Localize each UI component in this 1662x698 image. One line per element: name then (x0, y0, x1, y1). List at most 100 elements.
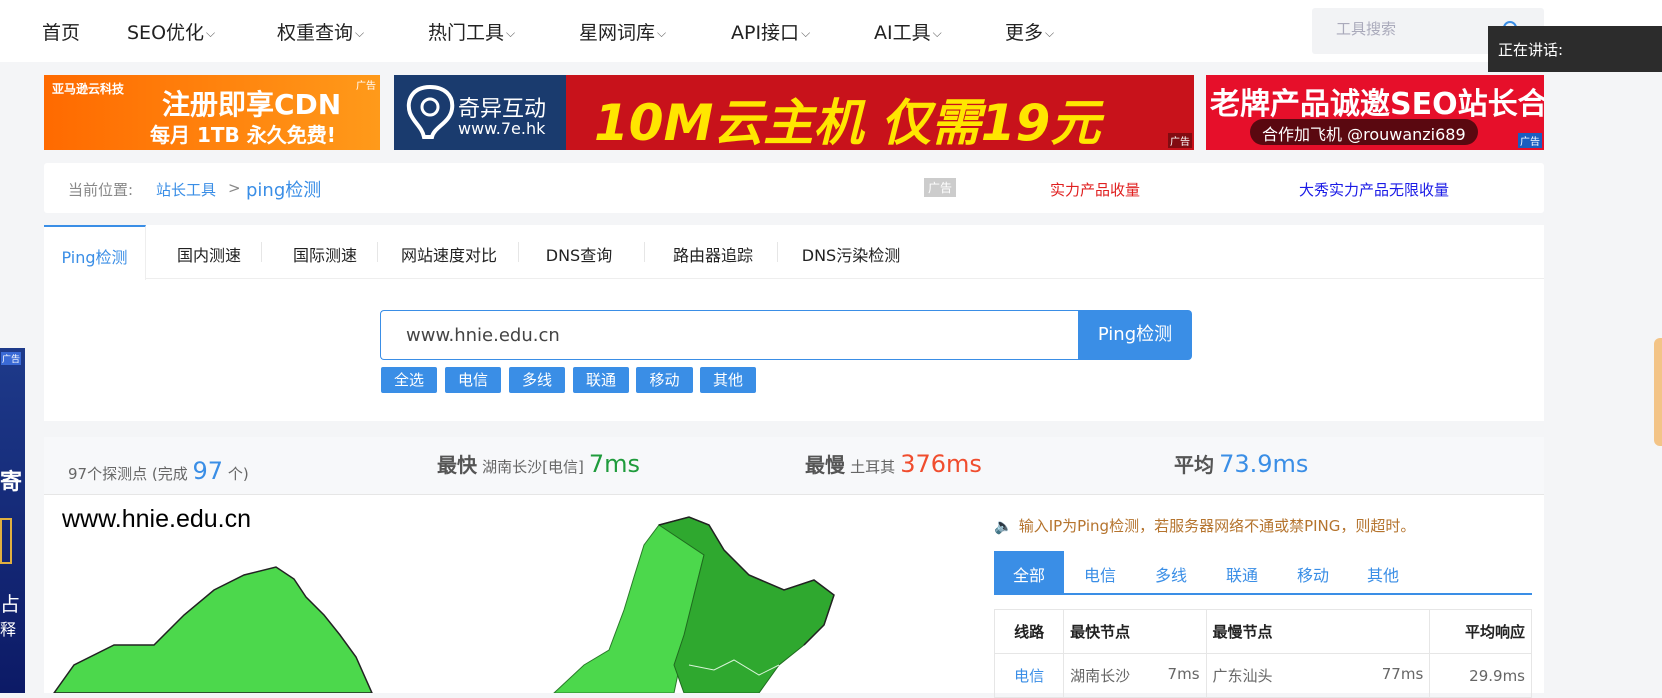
left-floating-ad[interactable]: 广告 寄 占 释 (0, 348, 25, 693)
search-input[interactable] (1336, 20, 1486, 38)
row-fastest-node: 湖南长沙 (1070, 667, 1131, 685)
banner-cdn-ad[interactable]: 亚马逊云科技 注册即享CDN 每月 1TB 永久免费! 广告 (44, 75, 380, 150)
fastest-location: 湖南长沙[电信] (482, 458, 584, 476)
result-tab-multiline[interactable]: 多线 (1136, 551, 1206, 593)
chevron-down-icon: ⌵ (932, 26, 942, 40)
banner-headline: 老牌产品诚邀SEO站长合作 (1210, 87, 1544, 122)
average-value: 73.9ms (1219, 450, 1309, 478)
breadcrumb-link-parent[interactable]: 站长工具 (156, 179, 216, 200)
result-tab-mobile[interactable]: 移动 (1278, 551, 1348, 593)
table-row: 电信 湖南长沙 7ms 广东汕头 77ms 29.9ms (993, 653, 1532, 698)
average-label: 平均 (1174, 453, 1214, 477)
result-tab-other[interactable]: 其他 (1348, 551, 1418, 593)
tab-dns-query[interactable]: DNS查询 (524, 225, 634, 279)
banner-subline: 合作加飞机 @rouwanzi689 (1250, 119, 1478, 145)
ping-button[interactable]: Ping检测 (1078, 310, 1192, 360)
tab-dns-pollution[interactable]: DNS污染检测 (786, 225, 916, 279)
chip-other[interactable]: 其他 (700, 367, 756, 393)
ad-glyph: 寄 (0, 470, 23, 495)
banner-brand: 亚马逊云科技 (52, 82, 125, 96)
ad-glyph: 释 (0, 620, 17, 639)
nav-item-hot-tools[interactable]: 热门工具 ⌵ (428, 18, 515, 45)
chevron-down-icon: ⌵ (657, 26, 667, 40)
tab-label: DNS查询 (545, 246, 613, 265)
row-line[interactable]: 电信 (993, 653, 1065, 698)
node-count: 97个探测点 (完成 97 个) (68, 457, 249, 485)
banner-logo-area: 奇异互动 www.7e.hk (394, 75, 566, 150)
tab-international-speed[interactable]: 国际测速 (270, 225, 380, 279)
banner-cloud-host-ad[interactable]: 奇异互动 www.7e.hk 10M云主机 仅需19元 广告 (394, 75, 1194, 150)
row-slowest-node: 广东汕头 (1212, 667, 1273, 685)
tab-ping[interactable]: Ping检测 (44, 225, 146, 280)
breadcrumb-prefix: 当前位置: (68, 181, 134, 199)
banner-seo-ad[interactable]: 老牌产品诚邀SEO站长合作 合作加飞机 @rouwanzi689 广告 (1206, 75, 1544, 150)
tab-speed-compare[interactable]: 网站速度对比 (386, 225, 512, 279)
ad-label: 广告 (1518, 133, 1542, 148)
tab-label: 国内测速 (176, 246, 241, 265)
ping-summary: 97个探测点 (完成 97 个) 最快 湖南长沙[电信] 7ms 最慢 土耳其 … (44, 437, 1544, 495)
top-navigation: 首页 SEO优化 ⌵ 权重查询 ⌵ 热门工具 ⌵ 星网词库 ⌵ API接口 ⌵ AI工具 ⌵… (0, 0, 1662, 62)
ad-glyph: 占 (0, 592, 20, 616)
breadcrumb: 当前位置: 站长工具 > ping检测 广告 实力产品收量 大秀实力产品无限收量 (44, 163, 1544, 213)
node-count-suffix: 个) (227, 465, 249, 483)
tab-label: 国际测速 (292, 246, 357, 265)
col-average: 平均响应 (1429, 609, 1532, 654)
tab-domestic-speed[interactable]: 国内测速 (154, 225, 264, 279)
ad-label: 广告 (356, 81, 376, 92)
banner-headline: 10M云主机 仅需19元 (594, 94, 1101, 150)
result-tab-all[interactable]: 全部 (994, 551, 1064, 593)
tab-traceroute[interactable]: 路由器追踪 (650, 225, 776, 279)
chip-telecom[interactable]: 电信 (445, 367, 501, 393)
ping-notice: 🔈 输入IP为Ping检测，若服务器网络不通或禁PING，则超时。 (994, 515, 1415, 536)
chevron-down-icon: ⌵ (1045, 26, 1055, 40)
chip-multiline[interactable]: 多线 (509, 367, 565, 393)
nav-item-seo[interactable]: SEO优化 ⌵ (127, 18, 215, 45)
banner-url: www.7e.hk (458, 119, 546, 138)
ad-link-2[interactable]: 大秀实力产品无限收量 (1299, 179, 1449, 200)
tab-label: Ping检测 (61, 248, 128, 267)
fastest-stat: 最快 湖南长沙[电信] 7ms (437, 449, 640, 478)
tab-divider (377, 242, 378, 262)
chip-mobile[interactable]: 移动 (636, 367, 693, 393)
nav-item-keywords[interactable]: 星网词库 ⌵ (579, 18, 666, 45)
tab-label: 网站速度对比 (400, 246, 497, 265)
table-header-row: 线路 最快节点 最慢节点 平均响应 (993, 609, 1532, 654)
fastest-value: 7ms (588, 450, 641, 478)
ad-decoration (0, 518, 12, 564)
slowest-stat: 最慢 土耳其 376ms (805, 449, 982, 478)
nav-item-weight[interactable]: 权重查询 ⌵ (277, 18, 364, 45)
chip-select-all[interactable]: 全选 (381, 367, 437, 393)
slowest-location: 土耳其 (850, 458, 896, 476)
nav-item-label: 星网词库 (579, 22, 656, 44)
tab-label: 路由器追踪 (672, 246, 753, 265)
tab-label: DNS污染检测 (801, 246, 901, 265)
right-floating-tab[interactable] (1654, 338, 1662, 446)
tab-divider (518, 242, 519, 262)
nav-item-label: AI工具 (874, 22, 931, 44)
ad-label: 广告 (1168, 133, 1192, 148)
ping-notice-text: 输入IP为Ping检测，若服务器网络不通或禁PING，则超时。 (1018, 517, 1416, 535)
chevron-down-icon: ⌵ (506, 26, 516, 40)
nav-item-ai-tools[interactable]: AI工具 ⌵ (874, 18, 942, 45)
row-slowest-ms: 77ms (1381, 665, 1424, 683)
map-title: www.hnie.edu.cn (62, 505, 252, 533)
tool-tabs: Ping检测 国内测速 国际测速 网站速度对比 DNS查询 路由器追踪 DNS污… (44, 225, 1544, 280)
speaking-tooltip: 正在讲话: (1488, 26, 1662, 72)
tab-divider (644, 242, 645, 262)
ad-link-1[interactable]: 实力产品收量 (1050, 179, 1140, 200)
domain-input[interactable] (380, 310, 1083, 360)
average-stat: 平均 73.9ms (1174, 449, 1308, 478)
result-tab-telecom[interactable]: 电信 (1064, 551, 1136, 593)
ping-tool-panel: Ping检测 国内测速 国际测速 网站速度对比 DNS查询 路由器追踪 DNS污… (44, 225, 1544, 421)
col-line: 线路 (993, 609, 1065, 654)
result-tab-unicom[interactable]: 联通 (1206, 551, 1278, 593)
speaker-icon: 🔈 (994, 517, 1013, 535)
nav-item-home[interactable]: 首页 (42, 18, 80, 45)
nav-item-label: 权重查询 (277, 22, 354, 44)
row-fastest-ms: 7ms (1167, 665, 1200, 683)
tab-divider (261, 242, 262, 262)
nav-item-api[interactable]: API接口 ⌵ (731, 18, 810, 45)
chip-unicom[interactable]: 联通 (573, 367, 629, 393)
row-fastest: 湖南长沙 7ms (1063, 653, 1207, 698)
nav-item-more[interactable]: 更多 ⌵ (1005, 18, 1054, 45)
